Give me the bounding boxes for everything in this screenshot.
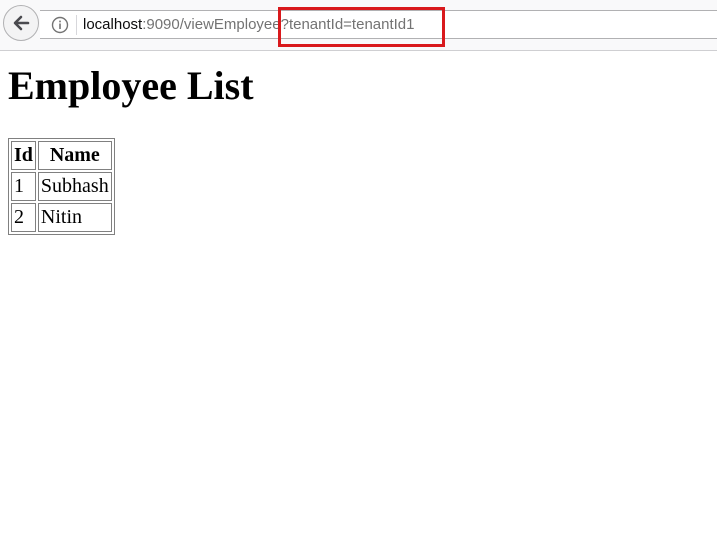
browser-toolbar: localhost:9090/viewEmployee?tenantId=ten… <box>0 0 717 51</box>
page-title: Employee List <box>8 63 254 108</box>
table-row: 2 Nitin <box>11 203 112 232</box>
url-path: :9090/viewEmployee?tenantId=tenantId1 <box>142 16 415 33</box>
info-icon[interactable] <box>51 16 69 34</box>
page-content: Employee List Id Name 1 Subhash 2 Nitin <box>8 51 717 542</box>
cell-id: 2 <box>11 203 36 232</box>
column-header-id: Id <box>11 141 36 170</box>
table-row: 1 Subhash <box>11 172 112 201</box>
cell-id: 1 <box>11 172 36 201</box>
back-button[interactable] <box>3 5 39 41</box>
cell-name: Nitin <box>37 203 112 232</box>
url-host: localhost <box>83 16 143 33</box>
address-bar[interactable]: localhost:9090/viewEmployee?tenantId=ten… <box>40 10 717 39</box>
cell-name: Subhash <box>37 172 112 201</box>
column-header-name: Name <box>37 141 112 170</box>
table-header-row: Id Name <box>11 141 112 170</box>
arrow-left-icon <box>13 15 30 31</box>
employee-table: Id Name 1 Subhash 2 Nitin <box>8 138 115 235</box>
url-separator <box>76 15 77 35</box>
url-text[interactable]: localhost:9090/viewEmployee?tenantId=ten… <box>83 16 415 34</box>
